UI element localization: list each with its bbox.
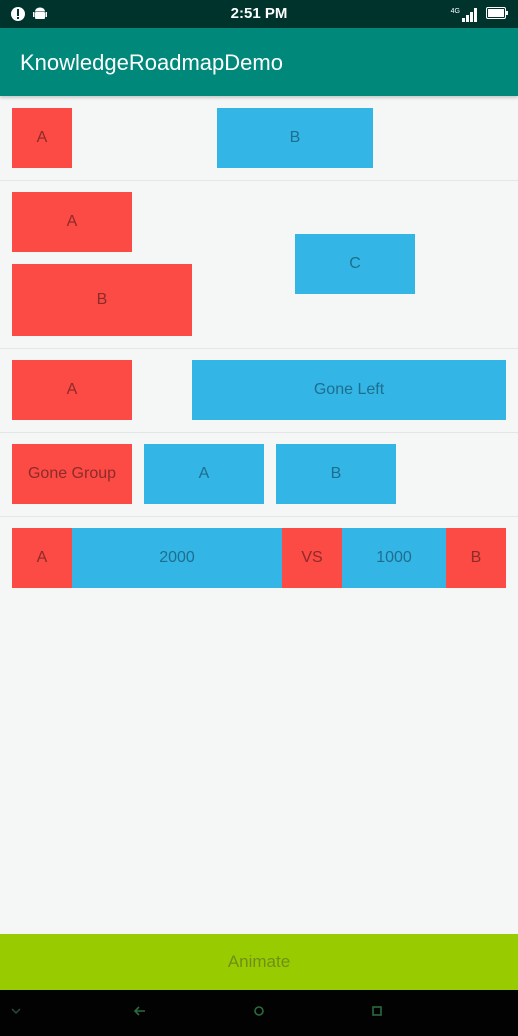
row2-box-c-label: C: [349, 255, 361, 272]
row2-box-a-label: A: [66, 213, 78, 230]
row1-box-a-label: A: [36, 129, 48, 146]
divider-1: [0, 180, 518, 181]
row4-box-b: B: [276, 444, 396, 504]
row5-box-b-label: B: [470, 549, 482, 566]
app-title: KnowledgeRoadmapDemo: [20, 50, 283, 75]
row1-box-b-label: B: [289, 129, 301, 146]
row4-box-gone-group-label: Gone Group: [27, 465, 117, 482]
row4-box-b-label: B: [330, 465, 342, 482]
row4-box-a-label: A: [198, 465, 210, 482]
row5-box-2000: 2000: [72, 528, 282, 588]
divider-2: [0, 348, 518, 349]
row5-box-vs-label: VS: [301, 549, 323, 566]
row5-box-b: B: [446, 528, 506, 588]
down-icon[interactable]: [10, 1004, 22, 1020]
network-type-label: 4G: [450, 8, 460, 15]
signal-icon: 4G: [451, 8, 478, 22]
row5-box-1000-label: 1000: [376, 549, 412, 566]
animate-button[interactable]: Animate: [0, 934, 518, 990]
row2-box-b: B: [12, 264, 192, 336]
back-icon[interactable]: [133, 1004, 147, 1021]
app-bar: KnowledgeRoadmapDemo: [0, 28, 518, 96]
row5-box-a-label: A: [36, 549, 48, 566]
row4-box-gone-group: Gone Group: [12, 444, 132, 504]
row3-box-a: A: [12, 360, 132, 420]
row2-box-c: C: [295, 234, 415, 294]
row4-box-a: A: [144, 444, 264, 504]
row2-box-b-label: B: [96, 291, 108, 308]
status-time: 2:51 PM: [230, 5, 288, 22]
row2-box-a: A: [12, 192, 132, 252]
nav-bar: [0, 990, 518, 1036]
row5-box-vs: VS: [282, 528, 342, 588]
divider-3: [0, 432, 518, 433]
battery-icon: [486, 6, 508, 24]
status-bar: 2:51 PM 4G: [0, 0, 518, 28]
row3-box-gone-left: Gone Left: [192, 360, 506, 420]
row5-box-2000-label: 2000: [159, 549, 195, 566]
row1-box-b: B: [217, 108, 373, 168]
status-right-icons: 4G: [451, 6, 508, 24]
row5-box-1000: 1000: [342, 528, 446, 588]
row1-box-a: A: [12, 108, 72, 168]
divider-4: [0, 516, 518, 517]
row5-box-a: A: [12, 528, 72, 588]
row3-box-gone-left-label: Gone Left: [313, 381, 385, 398]
recents-icon[interactable]: [370, 1004, 384, 1021]
home-icon[interactable]: [252, 1004, 266, 1021]
row3-box-a-label: A: [66, 381, 78, 398]
animate-button-label: Animate: [227, 952, 291, 971]
